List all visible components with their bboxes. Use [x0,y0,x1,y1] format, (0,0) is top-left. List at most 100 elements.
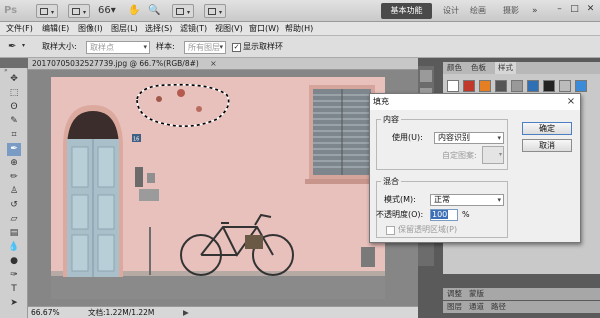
ok-button[interactable]: 确定 [522,122,572,135]
dodge-tool-icon[interactable]: ● [7,255,21,268]
minimize-button[interactable]: – [553,3,566,16]
more-workspaces-icon[interactable]: » [532,3,544,19]
style-swatch[interactable] [527,80,539,92]
style-swatch[interactable] [575,80,587,92]
opacity-value: 100 [431,210,449,219]
menu-edit[interactable]: 编辑(E) [42,22,69,36]
app-logo: Ps [4,5,18,16]
chevron-down-icon: ▾ [143,43,147,51]
zoom-readout[interactable]: 66.67% [31,307,60,318]
preset-chevron-down-icon[interactable]: ▾ [22,42,25,49]
custom-pattern-picker[interactable]: ▾ [482,146,504,164]
canvas-area[interactable]: 16 [28,70,418,306]
tab-styles[interactable]: 样式 [495,62,516,74]
brush-tool-icon[interactable]: ✏ [7,171,21,184]
zoom-level-icon[interactable]: 66▾ [98,4,124,18]
menu-file[interactable]: 文件(F) [6,22,33,36]
tab-channels[interactable]: 通道 [469,301,484,313]
style-swatch[interactable] [511,80,523,92]
menu-image[interactable]: 图像(I) [78,22,103,36]
style-swatch[interactable] [543,80,555,92]
eyedropper-tool-icon[interactable]: ✒ [7,143,21,156]
path-selection-tool-icon[interactable]: ➤ [7,297,21,310]
history-icon[interactable] [420,70,432,82]
adjustments-panel-tabs: 调整 蒙版 [443,288,600,300]
marquee-tool-icon[interactable]: ⬚ [7,87,21,100]
dialog-close-icon[interactable]: × [565,96,577,108]
style-swatch[interactable] [559,80,571,92]
document-tab[interactable]: 20170705032527739.jpg @ 66.7%(RGB/8#) [32,58,199,70]
style-swatch[interactable] [479,80,491,92]
screen-mode-icon[interactable]: ▾ [204,4,226,18]
workspace-photography[interactable]: 摄影 [503,3,519,19]
use-value: 内容识别 [438,133,470,142]
status-menu-arrow-icon[interactable]: ▶ [183,307,189,318]
clone-stamp-tool-icon[interactable]: ♙ [7,185,21,198]
layers-panel-tabs: 图层 通道 路径 [443,301,600,313]
hand-tool-icon[interactable]: ✋ [128,4,144,18]
zoom-tool-icon[interactable]: 🔍 [148,4,164,18]
document-info: 文档:1.22M/1.22M [88,308,155,317]
toolbox: » ✥ ⬚ ʘ ✎ ⌗ ✒ ⊕ ✏ ♙ ↺ ▱ ▤ 💧 ● ✑ T ➤ [0,68,28,318]
lasso-tool-icon[interactable]: ʘ [7,101,21,114]
menu-select[interactable]: 选择(S) [145,22,172,36]
tab-swatches[interactable]: 色板 [471,62,486,74]
cancel-button[interactable]: 取消 [522,139,572,152]
crop-tool-icon[interactable]: ⌗ [7,129,21,142]
eyedropper-preset-icon[interactable]: ✒ [8,40,22,54]
house-number-sign: 16 [133,137,139,143]
quick-select-tool-icon[interactable]: ✎ [7,115,21,128]
content-group-label: 内容 [383,115,399,124]
fill-dialog: 填充 × 内容 使用(U): 内容识别 ▾ 自定图案: ▾ 混合 模式(M): 正… [369,93,581,243]
use-label: 使用(U): [392,133,423,142]
gradient-tool-icon[interactable]: ▤ [7,227,21,240]
sample-size-select[interactable]: 取样点 ▾ [86,41,150,54]
menu-layer[interactable]: 图层(L) [111,22,138,36]
dialog-title: 填充 [370,94,580,110]
close-document-icon[interactable]: × [210,58,217,70]
type-tool-icon[interactable]: T [7,283,21,296]
tab-paths[interactable]: 路径 [491,301,506,313]
workspace-painting[interactable]: 绘画 [470,3,486,19]
workspace-essentials[interactable]: 基本功能 [381,3,432,19]
sample-size-label: 取样大小: [42,42,77,51]
blending-group-label: 混合 [383,177,399,186]
close-window-button[interactable]: ✕ [584,3,597,16]
tab-masks[interactable]: 蒙版 [469,288,484,300]
tab-color[interactable]: 颜色 [447,62,462,74]
opacity-label: 不透明度(O): [376,210,424,219]
eraser-tool-icon[interactable]: ▱ [7,213,21,226]
pen-tool-icon[interactable]: ✑ [7,269,21,282]
menu-filter[interactable]: 滤镜(T) [180,22,207,36]
menu-window[interactable]: 窗口(W) [249,22,279,36]
sample-value: 所有图层 [188,43,220,52]
show-ring-checkbox[interactable]: ✓ [232,43,241,52]
bridge-icon[interactable]: ▾ [36,4,58,18]
blur-tool-icon[interactable]: 💧 [7,241,21,254]
menu-view[interactable]: 视图(V) [215,22,243,36]
arrange-documents-icon[interactable]: ▾ [172,4,194,18]
tab-adjustments[interactable]: 调整 [447,288,462,300]
history-brush-tool-icon[interactable]: ↺ [7,199,21,212]
style-swatch[interactable] [463,80,475,92]
opacity-input[interactable]: 100 [430,209,458,221]
workspace-design[interactable]: 设计 [443,3,459,19]
chevron-down-icon: ▾ [497,134,501,142]
preserve-transparency-checkbox[interactable] [386,226,395,235]
status-bar: 66.67% 文档:1.22M/1.22M ▶ [28,306,418,318]
menu-help[interactable]: 帮助(H) [285,22,313,36]
use-select[interactable]: 内容识别 ▾ [434,132,504,144]
tab-layers[interactable]: 图层 [447,301,462,313]
document-image[interactable]: 16 [51,77,385,299]
mode-value: 正常 [434,195,450,204]
panel-tabs: 颜色 色板 样式 [443,62,600,74]
style-swatch[interactable] [495,80,507,92]
chevron-down-icon: ▾ [497,196,501,204]
mode-select[interactable]: 正常 ▾ [430,194,504,206]
style-swatch-none[interactable] [447,80,459,92]
move-tool-icon[interactable]: ✥ [7,73,21,86]
maximize-button[interactable]: □ [568,3,581,16]
minibridge-icon[interactable]: ▾ [68,4,90,18]
sample-select[interactable]: 所有图层 ▾ [184,41,226,54]
healing-brush-tool-icon[interactable]: ⊕ [7,157,21,170]
